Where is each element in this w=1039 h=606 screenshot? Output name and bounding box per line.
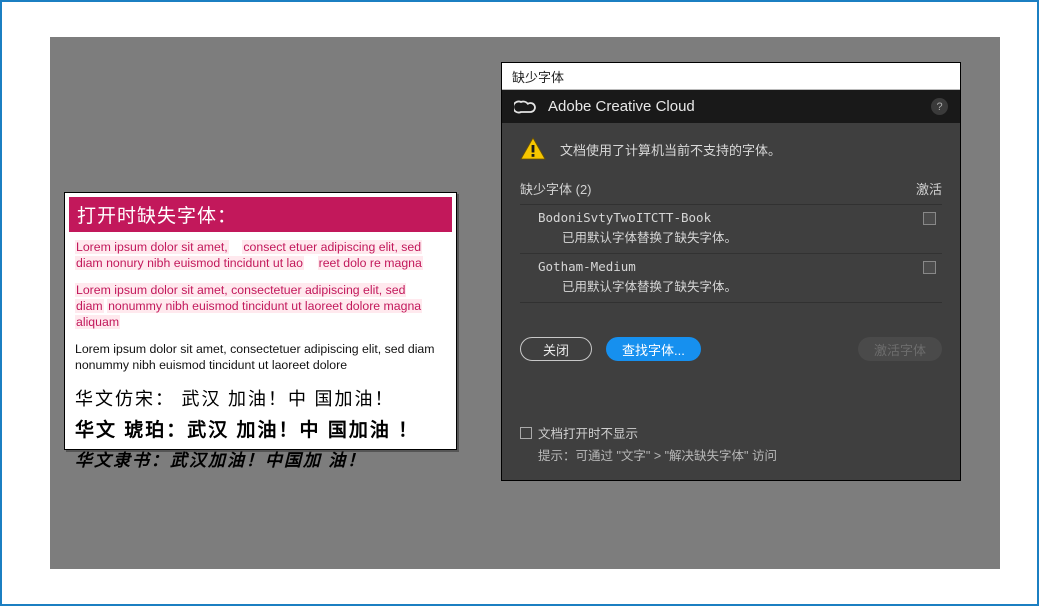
dont-show-checkbox[interactable] <box>520 427 532 439</box>
list-header-right: 激活 <box>916 179 942 198</box>
app-window-frame: 打开时缺失字体： Lorem ipsum dolor sit amet, con… <box>0 0 1039 606</box>
creative-cloud-icon <box>514 99 538 115</box>
find-fonts-label: 查找字体... <box>622 340 685 359</box>
document-body: Lorem ipsum dolor sit amet, consect etue… <box>69 232 452 471</box>
document-heading: 打开时缺失字体： <box>69 197 452 232</box>
help-icon: ? <box>936 101 942 113</box>
dont-show-label: 文档打开时不显示 <box>538 423 638 442</box>
cjk-line-2: 华文 琥珀：武汉 加油！中 国加油 ！ <box>75 415 446 442</box>
font-status: 已用默认字体替换了缺失字体。 <box>538 276 737 295</box>
font-name: BodoniSvtyTwoITCTT-Book <box>538 210 737 225</box>
text-highlight: diam <box>75 299 104 313</box>
text-highlight: reet dolo re magna <box>318 256 423 270</box>
cjk-line-1: 华文仿宋： 武汉 加油！中 国加油！ <box>75 385 446 411</box>
paragraph-2: Lorem ipsum dolor sit amet, consectetuer… <box>75 283 446 331</box>
font-list-item[interactable]: BodoniSvtyTwoITCTT-Book 已用默认字体替换了缺失字体。 <box>520 205 942 253</box>
brand-label: Adobe Creative Cloud <box>548 98 695 115</box>
text-highlight: consect etuer adipiscing elit, sed <box>242 240 422 254</box>
warning-icon <box>520 137 546 161</box>
activate-fonts-label: 激活字体 <box>874 340 926 359</box>
paragraph-1: Lorem ipsum dolor sit amet, consect etue… <box>75 240 446 272</box>
font-name: Gotham-Medium <box>538 259 737 274</box>
dialog-content: 文档使用了计算机当前不支持的字体。 缺少字体 (2) 激活 BodoniSvty… <box>502 123 960 480</box>
cjk-line-3: 华文隶书：武汉加油！中国加 油！ <box>75 446 446 471</box>
close-button[interactable]: 关闭 <box>520 337 592 361</box>
dialog-title: 缺少字体 <box>512 70 564 85</box>
text-highlight: nonummy nibh euismod tincidunt ut laoree… <box>107 299 422 313</box>
missing-fonts-dialog: 缺少字体 Adobe Creative Cloud ? <box>501 62 961 481</box>
text-highlight: Lorem ipsum dolor sit amet, consectetuer… <box>75 283 406 297</box>
font-list: BodoniSvtyTwoITCTT-Book 已用默认字体替换了缺失字体。 G… <box>520 204 942 303</box>
list-header-left: 缺少字体 (2) <box>520 179 592 198</box>
paragraph-3: Lorem ipsum dolor sit amet, consectetuer… <box>75 342 446 374</box>
warning-text: 文档使用了计算机当前不支持的字体。 <box>560 140 781 159</box>
text-highlight: aliquam <box>75 315 120 329</box>
cjk-samples: 华文仿宋： 武汉 加油！中 国加油！ 华文 琥珀：武汉 加油！中 国加油 ！ 华… <box>75 385 446 471</box>
activate-checkbox[interactable] <box>923 212 936 225</box>
activate-checkbox[interactable] <box>923 261 936 274</box>
find-fonts-button[interactable]: 查找字体... <box>606 337 701 361</box>
hint-text: 提示：可通过 "文字" > "解决缺失字体" 访问 <box>520 445 777 464</box>
font-status: 已用默认字体替换了缺失字体。 <box>538 227 737 246</box>
close-label: 关闭 <box>543 340 569 359</box>
dialog-titlebar[interactable]: 缺少字体 <box>502 63 960 90</box>
activate-fonts-button: 激活字体 <box>858 337 942 361</box>
font-list-item[interactable]: Gotham-Medium 已用默认字体替换了缺失字体。 <box>520 254 942 302</box>
text-highlight: diam nonury nibh euismod tincidunt ut la… <box>75 256 304 270</box>
document-preview: 打开时缺失字体： Lorem ipsum dolor sit amet, con… <box>64 192 457 450</box>
dialog-brandbar: Adobe Creative Cloud ? <box>502 90 960 123</box>
help-button[interactable]: ? <box>931 98 948 115</box>
text-highlight: Lorem ipsum dolor sit amet, <box>75 240 229 254</box>
